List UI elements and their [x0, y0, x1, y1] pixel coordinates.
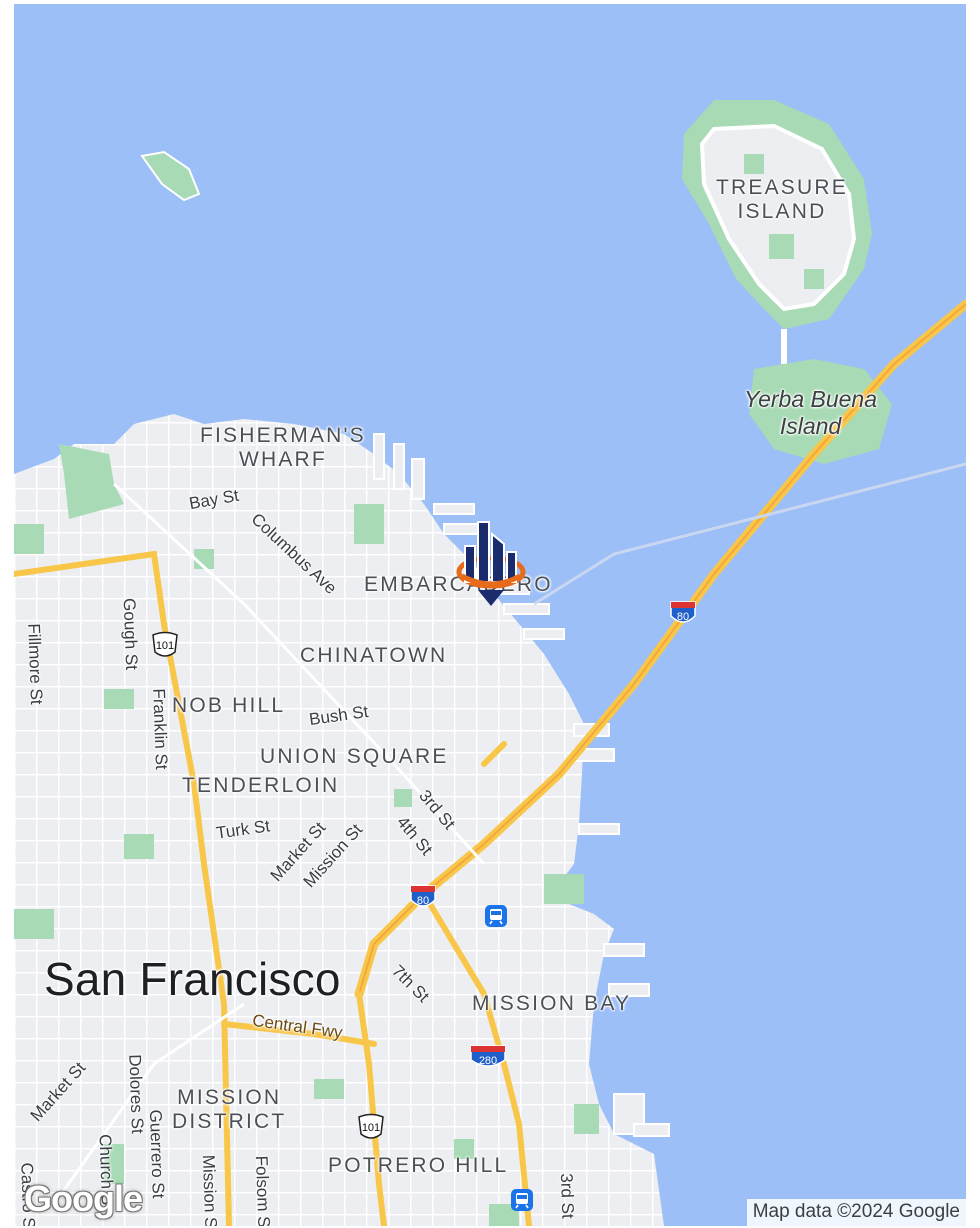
google-logo: Google [24, 1178, 143, 1219]
alcatraz-island [140, 150, 201, 202]
map-view[interactable]: FISHERMAN'S WHARF EMBARCADERO CHINATOWN … [14, 4, 966, 1226]
us101-south-shield-icon: 101 [358, 1113, 384, 1139]
street-3rd-st-s: 3rd St [556, 1172, 578, 1219]
i280-shield-icon: 280 [470, 1045, 506, 1067]
label-potrero-hill: POTRERO HILL [328, 1154, 509, 1177]
map-attribution[interactable]: Map data ©2024 Google [746, 1199, 966, 1226]
label-nob-hill: NOB HILL [172, 694, 286, 717]
label-mission-district: MISSION DISTRICT [172, 1086, 287, 1133]
train-station-icon[interactable] [484, 904, 508, 928]
street-guerrero-st: Guerrero St [145, 1109, 168, 1199]
i280-shield-label: 280 [479, 1055, 497, 1067]
label-tenderloin: TENDERLOIN [182, 774, 340, 797]
label-yerba-buena-island: Yerba Buena Island [744, 386, 878, 439]
i80-bridge-shield-label: 80 [677, 611, 689, 623]
i80-bridge-shield-icon: 80 [670, 601, 696, 623]
label-fishermans-wharf: FISHERMAN'S WHARF [200, 424, 366, 471]
street-fillmore-st: Fillmore St [24, 623, 47, 705]
label-chinatown: CHINATOWN [300, 644, 448, 667]
street-franklin-st: Franklin St [149, 688, 172, 770]
i80-city-shield-icon: 80 [410, 885, 436, 907]
us101-shield-label: 101 [156, 640, 174, 652]
train-station-icon[interactable] [510, 1188, 534, 1212]
us101-shield-icon: 101 [152, 631, 178, 657]
label-city: San Francisco [44, 953, 341, 1005]
i80-city-shield-label: 80 [417, 895, 429, 907]
street-gough-st: Gough St [119, 597, 142, 671]
street-dolores-st: Dolores St [125, 1053, 148, 1134]
us101-south-shield-label: 101 [362, 1122, 380, 1134]
street-mission-st-s: Mission St [198, 1154, 221, 1226]
sf-landmass [14, 414, 664, 1226]
label-treasure-island: TREASURE ISLAND [716, 176, 848, 223]
building-marker-icon[interactable] [456, 512, 526, 608]
label-mission-bay: MISSION BAY [472, 992, 632, 1015]
label-union-square: UNION SQUARE [260, 745, 449, 768]
street-folsom-st: Folsom St [251, 1155, 274, 1226]
